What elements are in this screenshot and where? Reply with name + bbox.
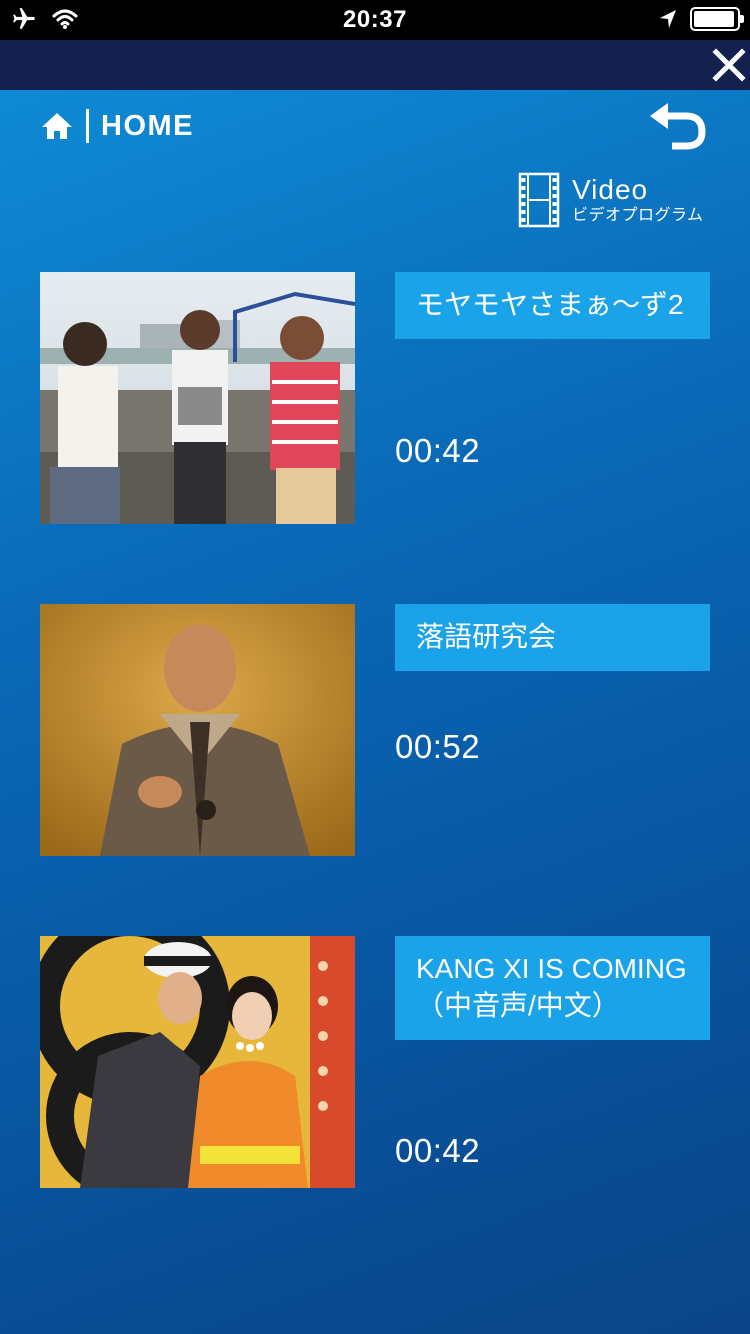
video-duration: 00:42 [395, 432, 481, 469]
section-text: Video ビデオプログラム [572, 176, 704, 224]
thumbnail-image [40, 936, 355, 1188]
section-subtitle: ビデオプログラム [572, 207, 704, 224]
status-right [658, 7, 744, 31]
video-title-button[interactable]: KANG XI IS COMING（中音声/中文） [395, 936, 710, 1040]
video-thumbnail[interactable] [40, 272, 355, 524]
close-icon [712, 48, 746, 82]
back-button[interactable] [648, 100, 710, 152]
top-bar [0, 40, 750, 90]
location-arrow-icon [660, 10, 676, 28]
section-title: Video [572, 174, 649, 205]
video-thumbnail[interactable] [40, 604, 355, 856]
section-label: Video ビデオプログラム [518, 172, 718, 228]
status-bar: 20:37 [0, 0, 750, 40]
video-title-button[interactable]: 落語研究会 [395, 604, 710, 671]
video-item: KANG XI IS COMING（中音声/中文） 00:42 [40, 936, 710, 1188]
status-time: 20:37 [343, 6, 407, 33]
video-duration: 00:42 [395, 1132, 481, 1169]
video-duration: 00:52 [395, 728, 481, 765]
close-button[interactable] [708, 44, 750, 86]
video-item: モヤモヤさまぁ〜ず2 00:42 [40, 272, 710, 524]
video-item: 落語研究会 00:52 [40, 604, 710, 856]
home-link[interactable]: HOME [40, 108, 194, 144]
video-title-button[interactable]: モヤモヤさまぁ〜ず2 [395, 272, 710, 339]
thumbnail-image [40, 604, 355, 856]
home-divider [86, 109, 89, 143]
home-label: HOME [101, 109, 194, 142]
film-strip-icon [518, 172, 560, 228]
home-icon [42, 113, 72, 139]
thumbnail-image [40, 272, 355, 524]
battery-icon [690, 7, 744, 31]
main-content: HOME Video ビデオプログラム モヤモヤさまぁ〜ず2 00:42 落語研… [0, 90, 750, 1334]
video-thumbnail[interactable] [40, 936, 355, 1188]
back-arrow-icon [650, 103, 706, 150]
